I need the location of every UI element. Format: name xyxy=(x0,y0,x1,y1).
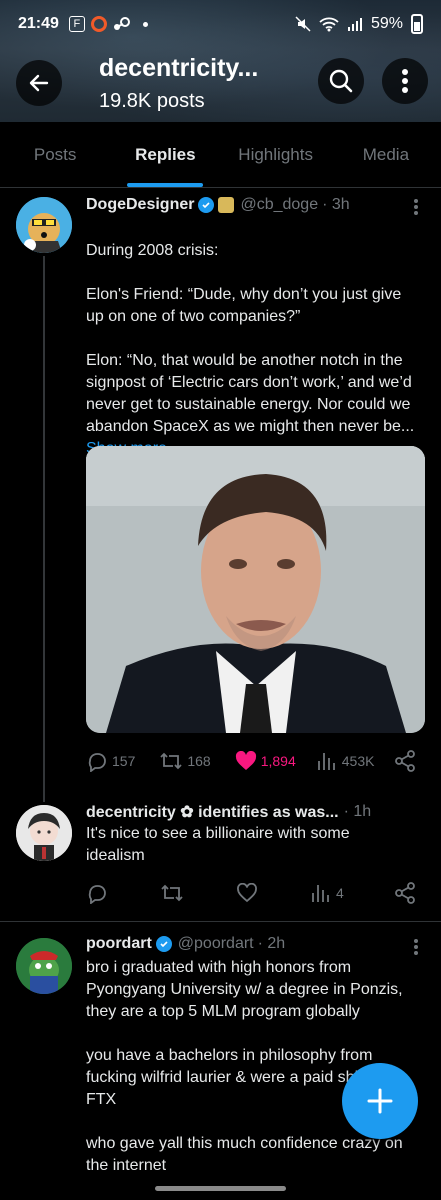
plus-icon xyxy=(367,1088,393,1114)
doge-avatar-icon xyxy=(16,197,72,253)
views-icon xyxy=(312,885,329,902)
timestamp: · 3h xyxy=(322,196,350,213)
steam-icon xyxy=(113,17,130,30)
tab-highlights[interactable]: Highlights xyxy=(221,122,331,187)
timestamp: · 2h xyxy=(257,935,286,952)
notification-dot-icon xyxy=(142,21,148,27)
tweet-actions: 157 168 1,894 453K xyxy=(86,750,416,772)
post-count: 19.8K posts xyxy=(99,90,205,112)
tweet-header: poordart @poordart · 2h xyxy=(86,935,285,953)
more-vertical-icon xyxy=(402,69,408,93)
tab-media[interactable]: Media xyxy=(331,122,441,187)
avatar[interactable] xyxy=(16,938,72,994)
verified-badge-icon xyxy=(155,936,172,952)
search-button[interactable] xyxy=(318,58,364,104)
heart-icon xyxy=(237,883,257,903)
tweet-divider xyxy=(0,921,441,922)
mute-icon xyxy=(295,16,311,32)
home-indicator[interactable] xyxy=(155,1186,286,1191)
reply-icon xyxy=(88,885,106,904)
timestamp: · 1h xyxy=(343,803,372,820)
pepe-avatar-icon xyxy=(16,938,72,994)
views-button[interactable]: 4 xyxy=(310,882,344,904)
tweet-actions: 4 xyxy=(86,882,416,904)
handle[interactable]: @poordart xyxy=(178,935,254,953)
portrait-photo xyxy=(86,446,425,733)
tweet-text: It's nice to see a billionaire with some… xyxy=(86,825,350,864)
repost-count: 168 xyxy=(187,753,211,769)
status-bar: 21:49 F 59% xyxy=(0,0,441,48)
tweet-text: During 2008 crisis: Elon's Friend: “Dude… xyxy=(86,218,422,460)
reply-button[interactable] xyxy=(86,882,108,904)
views-icon xyxy=(317,753,335,770)
reply-icon xyxy=(88,753,106,772)
profile-tabs: Posts Replies Highlights Media xyxy=(0,122,441,188)
tab-replies[interactable]: Replies xyxy=(110,122,220,187)
notification-box-icon: F xyxy=(68,16,85,32)
like-count: 1,894 xyxy=(260,753,296,769)
like-button[interactable] xyxy=(236,883,258,903)
anime-avatar-icon xyxy=(16,805,72,861)
battery-icon xyxy=(411,14,423,34)
view-count: 4 xyxy=(336,885,344,901)
reply-count: 157 xyxy=(112,753,136,769)
display-name[interactable]: poordart xyxy=(86,935,152,953)
tweet-menu-button[interactable] xyxy=(413,198,419,216)
reply-button[interactable]: 157 xyxy=(86,750,135,772)
avatar[interactable] xyxy=(16,805,72,861)
more-vertical-icon xyxy=(414,939,418,955)
share-button[interactable] xyxy=(394,750,416,772)
tweet-menu-button[interactable] xyxy=(413,938,419,956)
share-icon xyxy=(395,882,415,904)
search-icon xyxy=(329,69,353,93)
display-name[interactable]: DogeDesigner xyxy=(86,196,194,214)
share-icon xyxy=(395,750,415,772)
tweet-image[interactable] xyxy=(86,446,425,733)
avatar[interactable] xyxy=(16,197,72,253)
more-options-button[interactable] xyxy=(382,58,428,104)
more-vertical-icon xyxy=(414,199,418,215)
profile-name: decentricity... xyxy=(99,54,259,82)
tweet-header: DogeDesigner @cb_doge · 3h xyxy=(86,196,350,214)
tweet-header: decentricity ✿ identifies as was... · 1h xyxy=(86,802,371,822)
views-button[interactable]: 453K xyxy=(316,750,375,772)
view-count: 453K xyxy=(341,753,375,769)
arrow-left-icon xyxy=(29,74,49,92)
tweet-text-content: During 2008 crisis: Elon's Friend: “Dude… xyxy=(86,242,415,435)
wifi-icon xyxy=(319,17,339,32)
display-name[interactable]: decentricity ✿ identifies as was... xyxy=(86,802,339,822)
status-time: 21:49 xyxy=(18,15,59,32)
signal-icon xyxy=(347,18,362,31)
handle[interactable]: @cb_doge xyxy=(240,196,318,214)
affiliate-badge-icon xyxy=(218,197,235,213)
verified-badge-icon xyxy=(198,197,215,213)
repost-button[interactable] xyxy=(160,882,184,904)
repost-icon xyxy=(160,752,182,770)
heart-filled-icon xyxy=(235,751,256,770)
like-button[interactable]: 1,894 xyxy=(235,751,296,771)
share-button[interactable] xyxy=(394,882,416,904)
compose-button[interactable] xyxy=(342,1063,418,1139)
tab-posts[interactable]: Posts xyxy=(0,122,110,187)
repost-icon xyxy=(161,884,183,902)
battery-percent: 59% xyxy=(370,15,403,32)
circle-app-icon xyxy=(90,16,107,32)
profile-header: decentricity... 19.8K posts xyxy=(0,50,441,122)
repost-button[interactable]: 168 xyxy=(159,750,211,772)
back-button[interactable] xyxy=(16,60,62,106)
thread-line xyxy=(43,256,45,802)
